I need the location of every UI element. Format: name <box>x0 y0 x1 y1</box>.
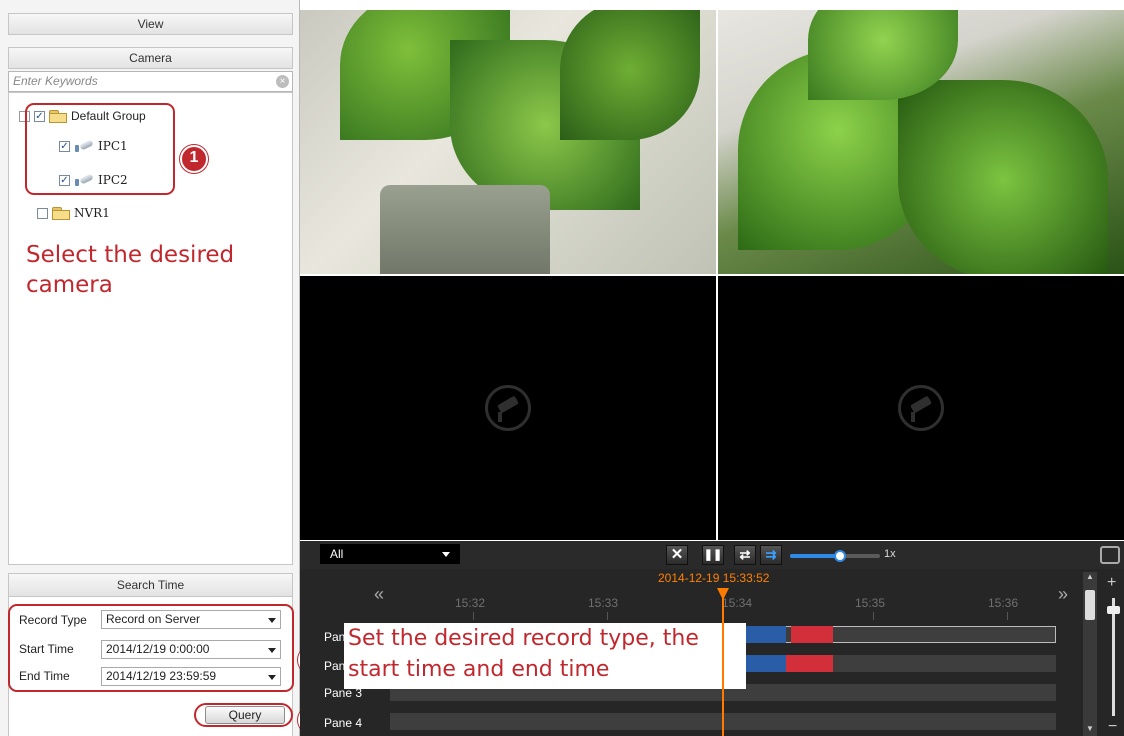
sync-button[interactable]: ⇄ <box>734 545 756 565</box>
checkbox-nvr1[interactable] <box>37 207 48 219</box>
speed-slider[interactable] <box>790 550 880 562</box>
fullscreen-icon[interactable] <box>1100 546 1120 564</box>
annotation-box-2 <box>8 604 294 692</box>
record-segment-red <box>786 655 833 672</box>
time-tick: 15:33 <box>588 596 619 610</box>
pane-filter-value: All <box>330 547 344 561</box>
time-tick: 15:32 <box>455 596 486 610</box>
pane-filter-select[interactable]: All <box>320 544 460 564</box>
timeline-scrollbar[interactable]: ▲ ▼ <box>1083 572 1097 736</box>
video-pane-4[interactable] <box>718 276 1124 540</box>
stop-button[interactable]: ✕ <box>666 545 688 565</box>
playhead-marker-icon[interactable] <box>717 588 729 600</box>
scroll-up-icon[interactable]: ▲ <box>1083 572 1097 584</box>
zoom-slider-thumb[interactable] <box>1107 606 1120 614</box>
tick-mark <box>607 612 608 620</box>
video-pane-3[interactable] <box>300 276 716 540</box>
camera-header[interactable]: Camera <box>8 47 293 69</box>
tree-node-label: NVR1 <box>74 206 110 220</box>
time-tick: 15:35 <box>855 596 886 610</box>
scroll-right-icon[interactable]: » <box>1058 584 1068 605</box>
annotation-box-1 <box>25 103 175 195</box>
annotation-text-1: Select the desired camera <box>26 242 235 298</box>
annotation-text-2: Set the desired record type, the start t… <box>344 623 746 689</box>
zoom-control: + − <box>1103 572 1124 736</box>
leaf-shape <box>560 10 700 140</box>
pane-label: Pan <box>324 659 346 673</box>
scroll-down-icon[interactable]: ▼ <box>1083 724 1097 736</box>
video-pane-1[interactable] <box>300 10 716 274</box>
zoom-out-icon[interactable]: − <box>1108 718 1117 736</box>
tick-mark <box>473 612 474 620</box>
search-input[interactable] <box>9 72 267 90</box>
speed-slider-knob[interactable] <box>833 550 846 562</box>
zoom-in-icon[interactable]: + <box>1107 574 1116 592</box>
record-segment-blue <box>746 626 786 643</box>
record-segment-red <box>791 626 833 643</box>
search-box: × <box>8 71 293 92</box>
annotation-box-3 <box>194 703 293 727</box>
step-badge-1: 1 <box>180 145 208 173</box>
pane-label: Pan <box>324 630 346 644</box>
no-camera-icon <box>898 385 944 431</box>
leaf-shape <box>898 80 1108 274</box>
folder-icon <box>52 206 70 220</box>
tick-mark <box>873 612 874 620</box>
tree-node-nvr1[interactable]: NVR1 <box>37 204 110 222</box>
pane-label: Pane 4 <box>324 716 363 730</box>
dropdown-arrow-icon <box>442 552 450 557</box>
async-button[interactable]: ⇉ <box>760 545 782 565</box>
search-time-header[interactable]: Search Time <box>8 573 293 597</box>
pause-button[interactable]: ❚❚ <box>702 545 724 565</box>
scroll-left-icon[interactable]: « <box>374 584 384 605</box>
no-camera-icon <box>485 385 531 431</box>
clear-icon[interactable]: × <box>276 75 289 88</box>
scrollbar-thumb[interactable] <box>1085 590 1095 620</box>
time-tick: 15:36 <box>988 596 1019 610</box>
current-time-label: 2014-12-19 15:33:52 <box>658 571 770 585</box>
playhead-line[interactable] <box>722 591 724 736</box>
speed-label: 1x <box>884 548 896 560</box>
flower-pot <box>380 185 550 274</box>
record-segment-blue <box>746 655 786 672</box>
video-pane-2[interactable] <box>718 10 1124 274</box>
zoom-slider-track[interactable] <box>1112 598 1115 716</box>
tick-mark <box>1007 612 1008 620</box>
view-header[interactable]: View <box>8 13 293 35</box>
speed-slider-fill <box>790 554 840 558</box>
